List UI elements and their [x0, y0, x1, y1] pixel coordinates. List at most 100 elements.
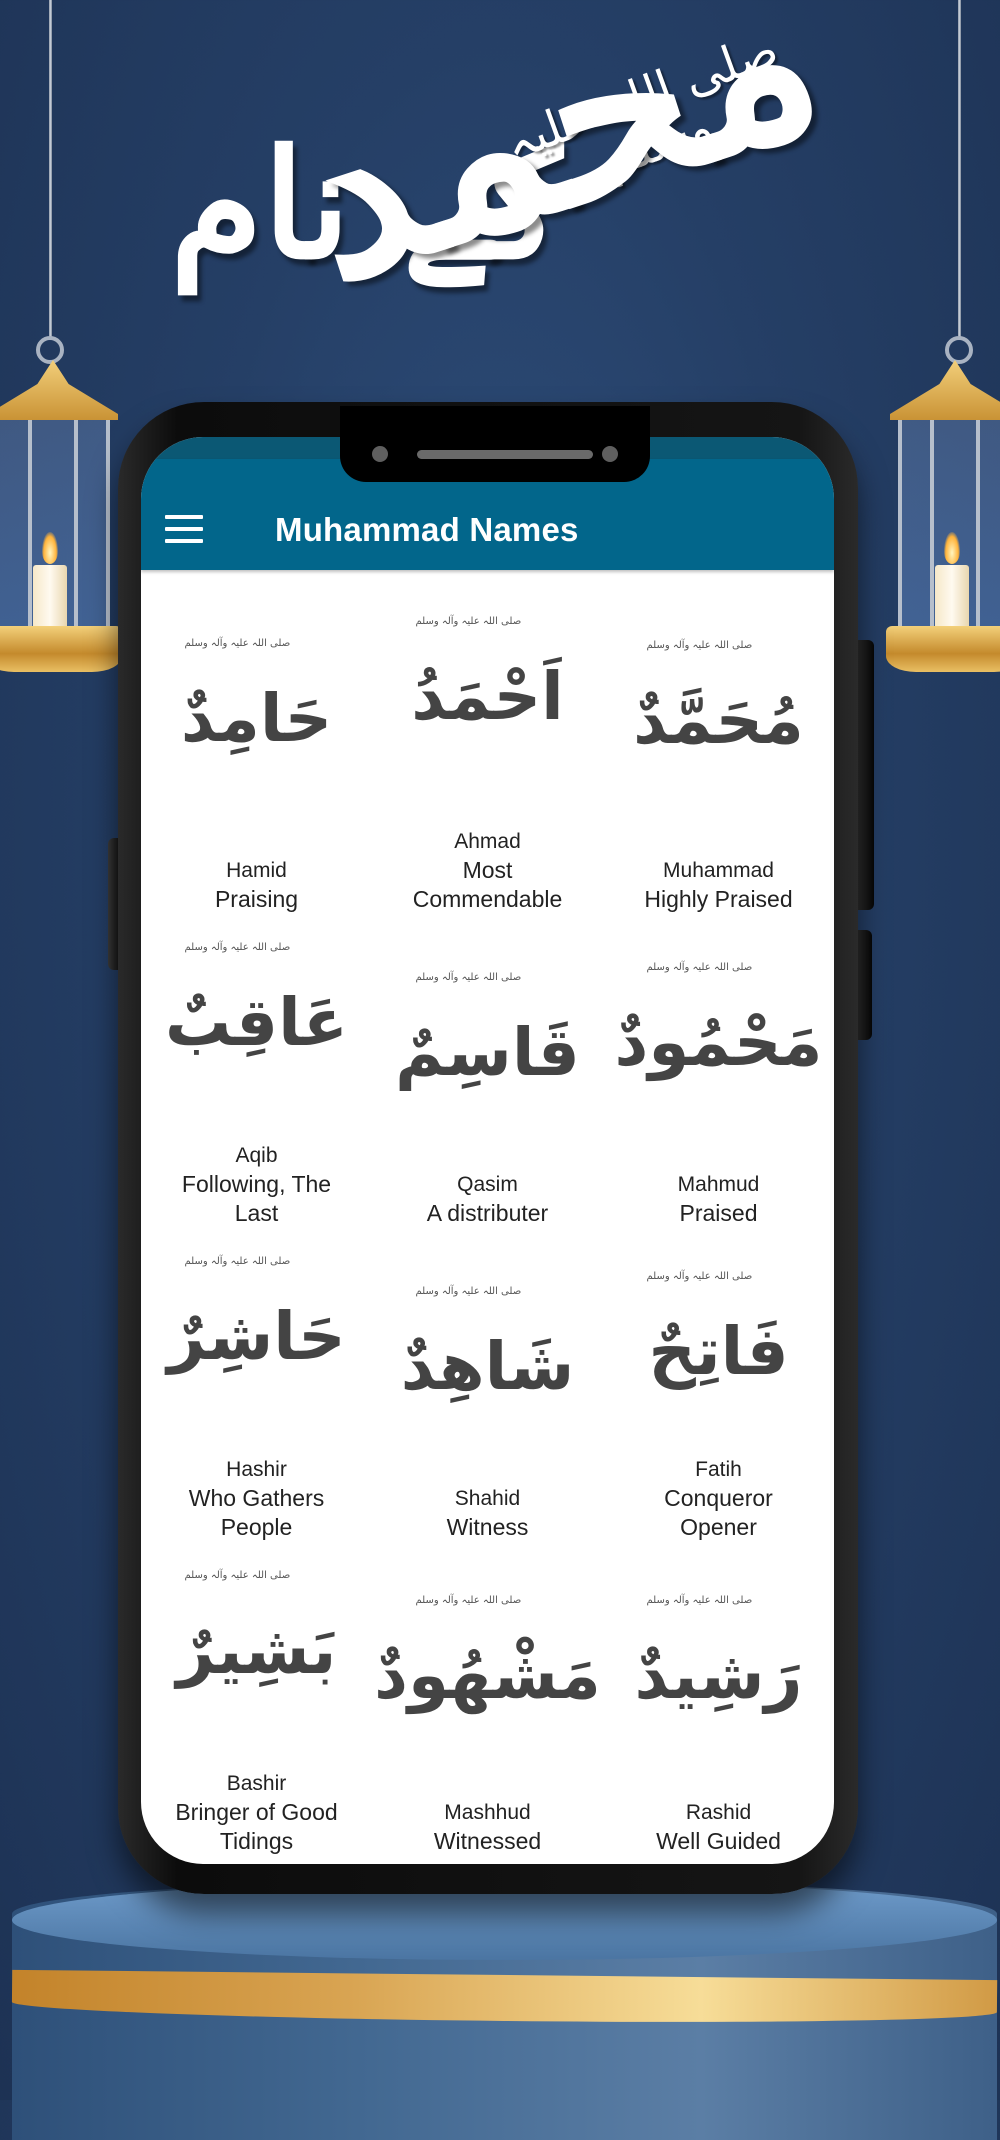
name-labels: Mashhud Witnessed [434, 1799, 541, 1856]
front-camera-icon [372, 446, 388, 462]
name-labels: Hamid Praising [215, 857, 298, 914]
arabic-calligraphy: صلی اللہ علیہ وآلہ وسلم قَاسِمٌ [372, 964, 603, 1114]
arabic-calligraphy: صلی اللہ علیہ وآلہ وسلم اَحْمَدُ [372, 608, 603, 758]
english-name: Qasim [457, 1173, 518, 1196]
left-lantern [0, 340, 122, 720]
name-meaning: Well Guided [656, 1828, 781, 1854]
arabic-calligraphy: صلی اللہ علیہ وآلہ وسلم فَاتِحٌ [603, 1263, 834, 1413]
left-lantern-chain [49, 0, 52, 340]
name-card-hashir[interactable]: صلی اللہ علیہ وآلہ وسلم حَاشِرٌ Hashir W… [141, 1248, 372, 1562]
name-meaning: Highly Praised [644, 886, 793, 912]
name-card-bashir[interactable]: صلی اللہ علیہ وآلہ وسلم بَشِيرٌ Bashir B… [141, 1562, 372, 1864]
honorific-text: صلی اللہ علیہ وآلہ وسلم [184, 942, 291, 953]
honorific-text: صلی اللہ علیہ وآلہ وسلم [184, 1256, 291, 1267]
honorific-text: صلی اللہ علیہ وآلہ وسلم [646, 1271, 753, 1282]
name-meaning: Conqueror Opener [664, 1485, 773, 1540]
name-labels: Muhammad Highly Praised [644, 857, 792, 914]
phone-notch [340, 406, 650, 482]
phone-screen: Muhammad Names صلی اللہ علیہ وآلہ وسلم ح… [141, 437, 834, 1864]
arabic-name: مُحَمَّدٌ [633, 682, 804, 759]
name-meaning: Praising [214, 886, 299, 912]
arabic-calligraphy: صلی اللہ علیہ وآلہ وسلم حَاشِرٌ [141, 1248, 372, 1398]
honorific-text: صلی اللہ علیہ وآلہ وسلم [415, 972, 522, 983]
arabic-calligraphy: صلی اللہ علیہ وآلہ وسلم مَشْهُودٌ [372, 1587, 603, 1737]
name-meaning: Who Gathers People [188, 1485, 325, 1540]
name-card-fatih[interactable]: صلی اللہ علیہ وآلہ وسلم فَاتِحٌ Fatih Co… [603, 1248, 834, 1562]
arabic-name: مَحْمُودٌ [614, 1004, 823, 1081]
names-grid: صلی اللہ علیہ وآلہ وسلم حَامِدٌ Hamid Pr… [141, 570, 834, 1864]
english-name: Ahmad [454, 830, 521, 853]
honorific-text: صلی اللہ علیہ وآلہ وسلم [184, 638, 291, 649]
name-meaning: Following, The Last [181, 1171, 332, 1226]
app-title: Muhammad Names [275, 511, 579, 548]
name-card-aqib[interactable]: صلی اللہ علیہ وآلہ وسلم عَاقِبٌ Aqib Fol… [141, 934, 372, 1248]
name-meaning: Bringer of Good Tidings [175, 1799, 338, 1854]
name-card-mahmud[interactable]: صلی اللہ علیہ وآلہ وسلم مَحْمُودٌ Mahmud… [603, 934, 834, 1248]
arabic-name: بَشِيرٌ [176, 1612, 337, 1689]
name-card-rashid[interactable]: صلی اللہ علیہ وآلہ وسلم رَشِيدٌ Rashid W… [603, 1562, 834, 1864]
candle-flame-icon [42, 532, 58, 564]
arabic-name: فَاتِحٌ [648, 1313, 789, 1390]
candle-flame-icon [944, 532, 960, 564]
name-card-shahid[interactable]: صلی اللہ علیہ وآلہ وسلم شَاهِدٌ Shahid W… [372, 1248, 603, 1562]
sensor-icon [602, 446, 618, 462]
english-name: Hashir [226, 1458, 287, 1481]
name-card-muhammad[interactable]: صلی اللہ علیہ وآلہ وسلم مُحَمَّدٌ Muhamm… [603, 620, 834, 934]
name-labels: Hashir Who Gathers People [162, 1456, 352, 1542]
name-meaning: Witnessed [433, 1828, 542, 1854]
arabic-name: شَاهِدٌ [400, 1328, 575, 1405]
right-lantern-chain [958, 0, 961, 340]
english-name: Rashid [685, 1801, 752, 1824]
honorific-text: صلی اللہ علیہ وآلہ وسلم [646, 1595, 753, 1606]
name-meaning: Witness [446, 1514, 529, 1540]
arabic-name: حَاشِرٌ [167, 1298, 346, 1375]
name-meaning: A distributer [426, 1200, 549, 1226]
arabic-name: عَاقِبٌ [165, 984, 348, 1061]
arabic-name: رَشِيدٌ [634, 1637, 803, 1714]
name-labels: Ahmad Most Commendable [393, 828, 583, 914]
arabic-name: اَحْمَدُ [411, 658, 564, 735]
arabic-calligraphy: صلی اللہ علیہ وآلہ وسلم مَحْمُودٌ [603, 954, 834, 1104]
honorific-text: صلی اللہ علیہ وآلہ وسلم [415, 616, 522, 627]
name-labels: Mahmud Praised [678, 1171, 760, 1228]
arabic-name: حَامِدٌ [180, 680, 333, 757]
name-meaning: Most Commendable [412, 857, 563, 912]
honorific-text: صلی اللہ علیہ وآلہ وسلم [646, 962, 753, 973]
arabic-calligraphy: صلی اللہ علیہ وآلہ وسلم بَشِيرٌ [141, 1562, 372, 1712]
name-meaning: Praised [679, 1200, 758, 1226]
english-name: Bashir [226, 1772, 287, 1795]
right-lantern [886, 340, 1000, 720]
arabic-calligraphy: صلی اللہ علیہ وآلہ وسلم شَاهِدٌ [372, 1278, 603, 1428]
name-labels: Aqib Following, The Last [162, 1142, 352, 1228]
english-name: Fatih [695, 1458, 742, 1481]
english-name: Muhammad [663, 859, 774, 882]
name-labels: Bashir Bringer of Good Tidings [162, 1770, 352, 1856]
name-labels: Rashid Well Guided [656, 1799, 781, 1856]
name-labels: Qasim A distributer [427, 1171, 548, 1228]
name-labels: Shahid Witness [447, 1485, 529, 1542]
arabic-calligraphy: صلی اللہ علیہ وآلہ وسلم حَامِدٌ [141, 630, 372, 780]
name-card-ahmad[interactable]: صلی اللہ علیہ وآلہ وسلم اَحْمَدُ Ahmad M… [372, 616, 603, 934]
name-card-hamid[interactable]: صلی اللہ علیہ وآلہ وسلم حَامِدٌ Hamid Pr… [141, 620, 372, 934]
candle-icon [935, 565, 969, 630]
english-name: Aqib [235, 1144, 278, 1167]
english-name: Mashhud [444, 1801, 531, 1824]
name-labels: Fatih Conqueror Opener [624, 1456, 814, 1542]
arabic-name: قَاسِمٌ [395, 1014, 580, 1091]
english-name: Mahmud [677, 1173, 760, 1196]
hamburger-menu-icon[interactable] [165, 515, 203, 543]
candle-icon [33, 565, 67, 630]
english-name: Shahid [454, 1487, 521, 1510]
arabic-calligraphy: صلی اللہ علیہ وآلہ وسلم رَشِيدٌ [603, 1587, 834, 1737]
arabic-name: مَشْهُودٌ [374, 1637, 601, 1714]
earpiece-speaker [417, 450, 593, 459]
name-card-qasim[interactable]: صلی اللہ علیہ وآلہ وسلم قَاسِمٌ Qasim A … [372, 934, 603, 1248]
honorific-text: صلی اللہ علیہ وآلہ وسلم [415, 1286, 522, 1297]
honorific-text: صلی اللہ علیہ وآلہ وسلم [184, 1570, 291, 1581]
english-name: Hamid [226, 859, 287, 882]
arabic-calligraphy: صلی اللہ علیہ وآلہ وسلم عَاقِبٌ [141, 934, 372, 1084]
honorific-text: صلی اللہ علیہ وآلہ وسلم [415, 1595, 522, 1606]
arabic-calligraphy: صلی اللہ علیہ وآلہ وسلم مُحَمَّدٌ [603, 632, 834, 782]
name-card-mashhud[interactable]: صلی اللہ علیہ وآلہ وسلم مَشْهُودٌ Mashhu… [372, 1562, 603, 1864]
calligraphy-banner: کے نام صلی اللہ علیہ وسلم محمد [140, 0, 849, 380]
